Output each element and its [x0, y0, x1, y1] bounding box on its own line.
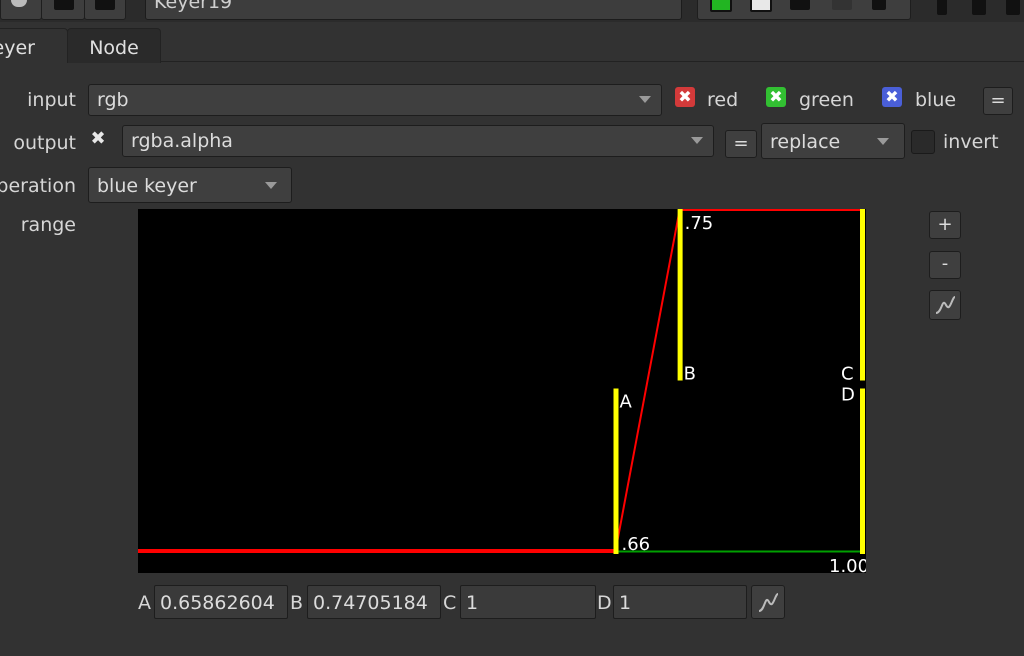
invert-label: invert — [943, 131, 999, 153]
handle-a-label: A — [620, 392, 633, 413]
field-c-value: 1 — [466, 592, 479, 614]
color-swatch-icon[interactable] — [710, 0, 732, 12]
node-color-button[interactable] — [84, 0, 126, 20]
green-label: green — [799, 89, 854, 111]
field-a-label: A — [138, 592, 151, 614]
operation-label: operation — [0, 175, 76, 197]
handle-d — [860, 388, 865, 554]
red-checkbox[interactable]: ✖ — [675, 87, 695, 107]
center-button[interactable] — [41, 0, 85, 20]
tab-keyer[interactable]: Keyer — [0, 28, 68, 63]
input-link-button[interactable]: = — [983, 87, 1013, 115]
zoom-out-button[interactable]: - — [929, 251, 961, 279]
float-icon[interactable] — [972, 0, 986, 15]
chevron-down-icon — [691, 137, 703, 144]
output-value: rgba.alpha — [131, 130, 233, 152]
curve-editor-button[interactable] — [929, 290, 961, 320]
range-curve-chart[interactable]: A B CD .66 .75 1.00 — [138, 209, 866, 573]
output-label: output — [13, 132, 76, 154]
alpha-swatch-icon[interactable] — [750, 0, 772, 12]
low-value-label: .66 — [622, 534, 651, 555]
curve-icon — [935, 296, 956, 314]
zoom-in-button[interactable]: + — [929, 211, 961, 239]
field-b-value: 0.74705184 — [313, 592, 428, 614]
input-dropdown[interactable]: rgb — [88, 84, 662, 116]
chevron-down-icon — [877, 138, 889, 145]
node-toolbar: Keyer19 — [0, 0, 1024, 22]
field-a-value: 0.65862604 — [160, 592, 275, 614]
field-d-label: D — [597, 592, 612, 614]
input-label: input — [27, 89, 76, 111]
chevron-down-icon — [639, 96, 651, 103]
field-d-value: 1 — [619, 592, 632, 614]
field-c-input[interactable]: 1 — [460, 585, 596, 619]
output-checkbox[interactable]: ✖ — [88, 129, 108, 149]
operation-dropdown[interactable]: blue keyer — [88, 167, 292, 203]
refresh-icon[interactable] — [872, 0, 886, 10]
curve-line — [138, 209, 863, 552]
output-mode-dropdown[interactable]: replace — [761, 123, 905, 159]
view-buttons-group — [697, 0, 911, 20]
handle-b — [677, 209, 683, 381]
tab-keyer-label: Keyer — [0, 37, 35, 59]
tab-divider — [160, 61, 1024, 62]
end-value-label: 1.00 — [829, 556, 866, 573]
node-name-text: Keyer19 — [154, 0, 233, 13]
handle-c-label: C — [841, 364, 854, 385]
pin-icon — [54, 0, 74, 10]
input-value: rgb — [97, 89, 129, 111]
green-checkbox[interactable]: ✖ — [766, 87, 786, 107]
chevron-down-icon — [265, 182, 277, 189]
redo-icon[interactable] — [832, 0, 852, 10]
red-label: red — [707, 89, 739, 111]
range-label: range — [20, 214, 76, 236]
output-dropdown[interactable]: rgba.alpha — [122, 125, 714, 157]
field-d-input[interactable]: 1 — [613, 585, 747, 619]
tree-icon — [95, 0, 115, 10]
undo-icon[interactable] — [790, 0, 810, 10]
node-name-field[interactable]: Keyer19 — [145, 0, 682, 20]
blue-checkbox[interactable]: ✖ — [882, 87, 902, 107]
high-value-label: .75 — [685, 213, 714, 234]
output-link-button[interactable]: = — [725, 130, 757, 158]
handle-d-label: D — [841, 385, 855, 406]
field-c-label: C — [443, 592, 457, 614]
operation-value: blue keyer — [97, 175, 197, 197]
revert-button[interactable] — [0, 0, 42, 20]
tab-node[interactable]: Node — [67, 28, 161, 63]
help-icon[interactable] — [937, 0, 947, 15]
handle-c — [860, 209, 865, 381]
invert-checkbox[interactable] — [911, 130, 935, 154]
animation-curve-button[interactable] — [751, 585, 785, 619]
curve-icon — [758, 593, 779, 612]
handle-a — [613, 388, 619, 554]
field-a-input[interactable]: 0.65862604 — [154, 585, 288, 619]
field-b-label: B — [290, 592, 304, 614]
field-b-input[interactable]: 0.74705184 — [307, 585, 441, 619]
range-graph[interactable]: A B C D .66 .75 1.00 — [138, 209, 866, 573]
blue-label: blue — [915, 89, 957, 111]
handle-b-label: B — [684, 364, 696, 385]
tab-node-label: Node — [89, 37, 139, 59]
close-icon[interactable] — [1006, 0, 1020, 15]
revert-icon — [11, 0, 27, 7]
output-mode-value: replace — [770, 131, 841, 153]
